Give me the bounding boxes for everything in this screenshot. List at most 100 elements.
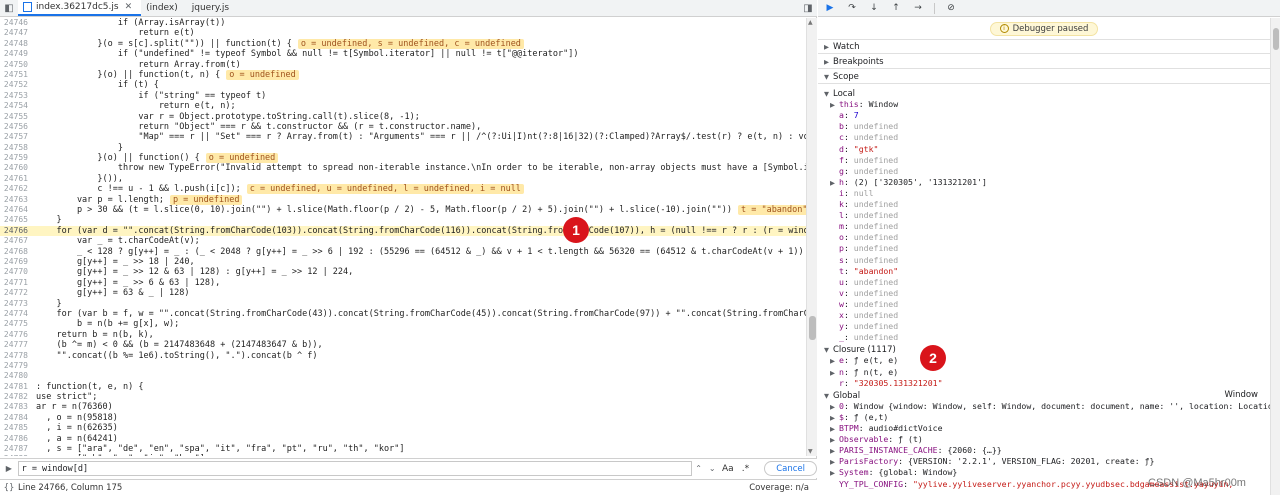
replace-toggle-icon[interactable]: ▶ bbox=[0, 464, 18, 473]
line-number[interactable]: 24758 bbox=[0, 143, 28, 153]
resume-icon[interactable]: ▶ bbox=[824, 2, 836, 14]
line-number[interactable]: 24772 bbox=[0, 288, 28, 298]
line-number[interactable]: 24761 bbox=[0, 174, 28, 184]
line-number[interactable]: 24748 bbox=[0, 39, 28, 49]
search-prev-icon[interactable]: ⌃ bbox=[692, 464, 706, 473]
scope-variable-row[interactable]: w: undefined bbox=[818, 299, 1270, 310]
code-line[interactable]: 24752 if (t) { bbox=[0, 80, 806, 90]
scope-variable-row[interactable]: b: undefined bbox=[818, 121, 1270, 132]
code-line-current[interactable]: 24766 for (var d = "".concat(String.from… bbox=[0, 225, 806, 237]
line-number[interactable]: 24774 bbox=[0, 309, 28, 319]
scope-variable-row[interactable]: ▶ BTPM: audio#dictVoice bbox=[818, 423, 1270, 434]
editor-scrollbar[interactable]: ▲ ▼ bbox=[806, 18, 817, 456]
line-number[interactable]: 24776 bbox=[0, 330, 28, 340]
code-line[interactable]: 24747 return e(t) bbox=[0, 28, 806, 38]
search-input[interactable] bbox=[17, 461, 692, 476]
code-line[interactable]: 24782 use strict"; bbox=[0, 392, 806, 402]
watch-section-header[interactable]: ▶ Watch bbox=[818, 40, 1270, 54]
code-line[interactable]: 24748 }(o = s[c].split("")) || function(… bbox=[0, 38, 806, 49]
code-line[interactable]: 24783 ar r = n(76360) bbox=[0, 402, 806, 412]
line-number[interactable]: 24787 bbox=[0, 444, 28, 454]
line-number[interactable]: 24781 bbox=[0, 382, 28, 392]
close-tab-icon[interactable]: ✕ bbox=[125, 2, 133, 12]
line-number[interactable]: 24760 bbox=[0, 163, 28, 173]
expand-triangle-icon[interactable]: ▶ bbox=[830, 435, 839, 445]
scope-variable-row[interactable]: s: undefined bbox=[818, 255, 1270, 266]
step-into-icon[interactable]: ↓ bbox=[868, 2, 880, 14]
code-line[interactable]: 24763 var p = l.length; p = undefined bbox=[0, 194, 806, 205]
scope-variable-row[interactable]: ▶ $: ƒ (e,t) bbox=[818, 412, 1270, 423]
scope-variable-row[interactable]: ▶ Observable: ƒ (t) bbox=[818, 434, 1270, 445]
line-number[interactable]: 24777 bbox=[0, 340, 28, 350]
scrollbar-thumb[interactable] bbox=[809, 316, 816, 340]
step-out-icon[interactable]: ↑ bbox=[890, 2, 902, 14]
code-line[interactable]: 24787 , s = ["ara", "de", "en", "spa", "… bbox=[0, 444, 806, 454]
line-number[interactable]: 24750 bbox=[0, 60, 28, 70]
scope-variable-row[interactable]: l: undefined bbox=[818, 210, 1270, 221]
line-number[interactable]: 24764 bbox=[0, 205, 28, 215]
deactivate-breakpoints-icon[interactable]: ⊘ bbox=[945, 2, 957, 14]
match-case-toggle[interactable]: Aa bbox=[719, 464, 737, 474]
sidebar-scrollbar[interactable] bbox=[1270, 18, 1280, 495]
scope-variable-row[interactable]: _: undefined bbox=[818, 332, 1270, 343]
code-line[interactable]: 24755 var r = Object.prototype.toString.… bbox=[0, 112, 806, 122]
line-number[interactable]: 24762 bbox=[0, 184, 28, 194]
line-number[interactable]: 24763 bbox=[0, 195, 28, 205]
line-number[interactable]: 24778 bbox=[0, 351, 28, 361]
code-line[interactable]: 24761 }()), bbox=[0, 174, 806, 184]
code-line[interactable]: 24760 throw new TypeError("Invalid attem… bbox=[0, 163, 806, 173]
code-line[interactable]: 24758 } bbox=[0, 143, 806, 153]
scope-variable-row[interactable]: t: "abandon" bbox=[818, 266, 1270, 277]
scope-variable-row[interactable]: v: undefined bbox=[818, 288, 1270, 299]
line-number[interactable]: 24749 bbox=[0, 49, 28, 59]
line-number[interactable]: 24759 bbox=[0, 153, 28, 163]
code-line[interactable]: 24756 return "Object" === r && t.constru… bbox=[0, 122, 806, 132]
scope-variable-row[interactable]: ▶ this: Window bbox=[818, 99, 1270, 110]
code-line[interactable]: 24780 bbox=[0, 371, 806, 381]
code-line[interactable]: 24746 if (Array.isArray(t)) bbox=[0, 18, 806, 28]
scope-variable-row[interactable]: a: 7 bbox=[818, 110, 1270, 121]
code-line[interactable]: 24751 }(o) || function(t, n) {o = undefi… bbox=[0, 69, 806, 80]
code-line[interactable]: 24769 g[y++] = _ >> 18 | 240, bbox=[0, 257, 806, 267]
scrollbar-thumb[interactable] bbox=[1273, 28, 1279, 50]
scope-variable-row[interactable]: f: undefined bbox=[818, 155, 1270, 166]
code-line[interactable]: 24749 if ("undefined" != typeof Symbol &… bbox=[0, 49, 806, 59]
scope-variable-row[interactable]: ▶ h: (2) ['320305', '131321201'] bbox=[818, 177, 1270, 188]
expand-triangle-icon[interactable]: ▶ bbox=[830, 446, 839, 456]
line-number[interactable]: 24775 bbox=[0, 319, 28, 329]
scope-variable-row[interactable]: m: undefined bbox=[818, 221, 1270, 232]
cancel-button[interactable]: Cancel bbox=[764, 461, 817, 476]
code-line[interactable]: 24768 _ < 128 ? g[y++] = _ : (_ < 2048 ?… bbox=[0, 247, 806, 257]
code-line[interactable]: 24771 g[y++] = _ >> 6 & 63 | 128), bbox=[0, 278, 806, 288]
toggle-debugger-icon[interactable]: ◨ bbox=[799, 0, 817, 16]
scope-variable-row[interactable]: k: undefined bbox=[818, 199, 1270, 210]
line-number[interactable]: 24767 bbox=[0, 236, 28, 246]
scope-section-header[interactable]: ▼ Scope bbox=[818, 70, 1270, 84]
code-line[interactable]: 24773 } bbox=[0, 299, 806, 309]
code-area[interactable]: 24746 if (Array.isArray(t)) 24747 return … bbox=[0, 18, 806, 456]
code-line[interactable]: 24753 if ("string" == typeof t) bbox=[0, 91, 806, 101]
scope-variable-row[interactable]: r: "320305.131321201" bbox=[818, 378, 1270, 389]
tab-index-html[interactable]: (index) bbox=[141, 0, 187, 16]
line-number[interactable]: 24746 bbox=[0, 18, 28, 28]
step-icon[interactable]: → bbox=[912, 2, 924, 14]
line-number[interactable]: 24773 bbox=[0, 299, 28, 309]
code-line[interactable]: 24788 , c = ["zh", "en", "jp", "kor"] bbox=[0, 454, 806, 456]
regex-toggle[interactable]: .* bbox=[737, 464, 755, 474]
line-number[interactable]: 24785 bbox=[0, 423, 28, 433]
expand-triangle-icon[interactable]: ▶ bbox=[830, 368, 839, 378]
tab-index-js[interactable]: index.36217dc5.js ✕ bbox=[18, 0, 142, 16]
scope-variable-row[interactable]: o: undefined bbox=[818, 232, 1270, 243]
pretty-print-icon[interactable]: {} bbox=[0, 483, 18, 493]
line-number[interactable]: 24782 bbox=[0, 392, 28, 402]
scroll-down-icon[interactable]: ▼ bbox=[808, 448, 813, 455]
scope-variable-row[interactable]: ▶ e: ƒ e(t, e) bbox=[818, 355, 1270, 366]
scope-variable-row[interactable]: d: "gtk" bbox=[818, 144, 1270, 155]
scope-variable-row[interactable]: u: undefined bbox=[818, 277, 1270, 288]
code-line[interactable]: 24750 return Array.from(t) bbox=[0, 60, 806, 70]
line-number[interactable]: 24756 bbox=[0, 122, 28, 132]
line-number[interactable]: 24770 bbox=[0, 267, 28, 277]
search-next-icon[interactable]: ⌄ bbox=[705, 464, 719, 473]
scope-variable-row[interactable]: y: undefined bbox=[818, 321, 1270, 332]
code-line[interactable]: 24759 }(o) || function() {o = undefined bbox=[0, 153, 806, 164]
